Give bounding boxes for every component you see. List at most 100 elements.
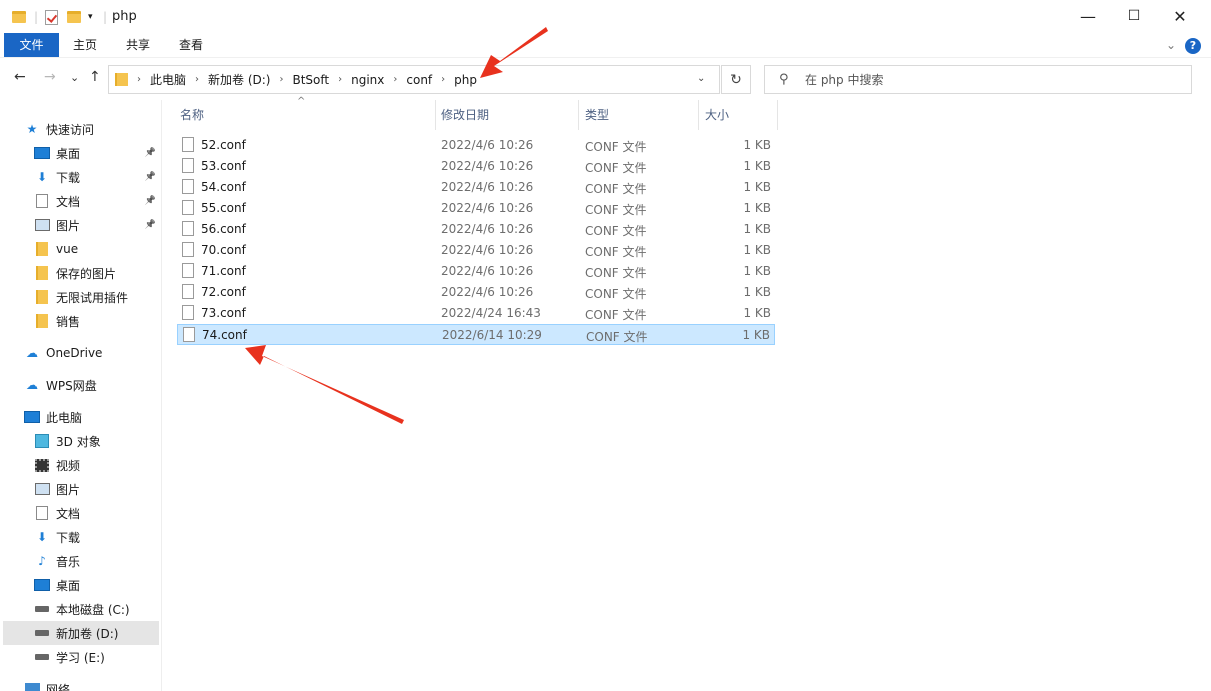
- file-type: CONF 文件: [585, 161, 647, 175]
- sidebar-item[interactable]: vue: [0, 237, 160, 261]
- sidebar-item[interactable]: ♪ 音乐: [0, 549, 160, 573]
- sidebar-item[interactable]: 视频: [0, 453, 160, 477]
- column-divider[interactable]: [777, 100, 778, 130]
- column-divider[interactable]: [435, 100, 436, 130]
- network-icon: [24, 682, 40, 691]
- file-name: 74.conf: [202, 328, 247, 342]
- file-row[interactable]: 73.conf 2022/4/24 16:43 CONF 文件 1 KB: [177, 303, 775, 324]
- sidebar-item-label: 3D 对象: [56, 434, 101, 449]
- crumb-this-pc[interactable]: 此电脑: [150, 71, 186, 88]
- help-icon[interactable]: ?: [1185, 38, 1201, 54]
- pin-icon: 📌: [144, 172, 156, 182]
- file-row[interactable]: 70.conf 2022/4/6 10:26 CONF 文件 1 KB: [177, 240, 775, 261]
- forward-button[interactable]: →: [44, 69, 56, 85]
- minimize-button[interactable]: —: [1065, 0, 1111, 32]
- file-row[interactable]: 56.conf 2022/4/6 10:26 CONF 文件 1 KB: [177, 219, 775, 240]
- tab-home[interactable]: 主页: [60, 33, 110, 57]
- folder-icon: [34, 242, 50, 256]
- recent-locations-button[interactable]: ⌄: [70, 71, 79, 84]
- crumb-nginx[interactable]: nginx: [351, 73, 384, 87]
- sidebar-item[interactable]: 此电脑: [0, 405, 160, 429]
- refresh-button[interactable]: ↻: [721, 65, 751, 94]
- address-dropdown-icon[interactable]: ⌄: [697, 73, 705, 84]
- file-date: 2022/4/6 10:26: [441, 243, 534, 257]
- chevron-right-icon[interactable]: ›: [441, 74, 445, 85]
- properties-icon[interactable]: [45, 8, 58, 26]
- file-row[interactable]: 74.conf 2022/6/14 10:29 CONF 文件 1 KB: [177, 324, 775, 345]
- sidebar-item-label: 下载: [56, 170, 81, 185]
- sidebar-item[interactable]: 图片: [0, 477, 160, 501]
- sidebar-item[interactable]: 桌面: [0, 573, 160, 597]
- chevron-right-icon[interactable]: ›: [279, 74, 283, 85]
- sidebar-item[interactable]: 保存的图片: [0, 261, 160, 285]
- chevron-right-icon[interactable]: ›: [195, 74, 199, 85]
- sidebar-item-label: 桌面: [56, 578, 81, 593]
- file-row[interactable]: 52.conf 2022/4/6 10:26 CONF 文件 1 KB: [177, 135, 775, 156]
- column-divider[interactable]: [698, 100, 699, 130]
- customize-toolbar-icon[interactable]: ▾: [88, 8, 93, 26]
- sidebar-item[interactable]: 3D 对象: [0, 429, 160, 453]
- sidebar-item[interactable]: ⬇ 下载: [0, 525, 160, 549]
- file-row[interactable]: 54.conf 2022/4/6 10:26 CONF 文件 1 KB: [177, 177, 775, 198]
- sidebar-item[interactable]: 无限试用插件: [0, 285, 160, 309]
- up-button[interactable]: ↑: [89, 69, 101, 85]
- close-button[interactable]: ✕: [1157, 0, 1203, 32]
- back-button[interactable]: ←: [14, 69, 26, 85]
- sidebar-item[interactable]: 文档: [0, 501, 160, 525]
- file-row[interactable]: 71.conf 2022/4/6 10:26 CONF 文件 1 KB: [177, 261, 775, 282]
- file-type: CONF 文件: [586, 330, 648, 344]
- pin-icon: 📌: [144, 148, 156, 158]
- tab-share[interactable]: 共享: [113, 33, 163, 57]
- address-bar[interactable]: › 此电脑 › 新加卷 (D:) › BtSoft › nginx › conf…: [108, 65, 720, 94]
- tab-view[interactable]: 查看: [166, 33, 216, 57]
- file-row[interactable]: 53.conf 2022/4/6 10:26 CONF 文件 1 KB: [177, 156, 775, 177]
- column-divider[interactable]: [578, 100, 579, 130]
- column-header-date[interactable]: 修改日期: [441, 100, 489, 130]
- drive-icon: [34, 626, 50, 640]
- column-header-size[interactable]: 大小: [705, 100, 729, 130]
- sidebar-item[interactable]: 图片 📌: [0, 213, 160, 237]
- crumb-btsoft[interactable]: BtSoft: [292, 73, 329, 87]
- sidebar-item[interactable]: 新加卷 (D:): [3, 621, 159, 645]
- search-box[interactable]: ⚲: [764, 65, 1192, 94]
- sidebar-item[interactable]: ☁ OneDrive: [0, 341, 160, 365]
- file-name: 53.conf: [201, 159, 246, 173]
- file-icon: [183, 327, 195, 342]
- new-folder-icon[interactable]: [67, 8, 81, 26]
- file-row[interactable]: 55.conf 2022/4/6 10:26 CONF 文件 1 KB: [177, 198, 775, 219]
- ribbon-collapse-icon[interactable]: ⌄: [1162, 33, 1180, 57]
- chevron-right-icon[interactable]: ›: [338, 74, 342, 85]
- file-icon: [182, 200, 194, 215]
- sidebar-item[interactable]: 本地磁盘 (C:): [0, 597, 160, 621]
- tab-file[interactable]: 文件: [4, 33, 59, 57]
- sidebar-item[interactable]: ☁ WPS网盘: [0, 373, 160, 397]
- file-date: 2022/4/6 10:26: [441, 264, 534, 278]
- crumb-conf[interactable]: conf: [406, 73, 432, 87]
- sidebar-item[interactable]: 销售: [0, 309, 160, 333]
- file-name: 56.conf: [201, 222, 246, 236]
- file-name: 72.conf: [201, 285, 246, 299]
- folder-icon: [34, 290, 50, 304]
- sidebar-item[interactable]: 文档 📌: [0, 189, 160, 213]
- sidebar-item[interactable]: ⬇ 下载 📌: [0, 165, 160, 189]
- sidebar-item[interactable]: 学习 (E:): [0, 645, 160, 669]
- chevron-right-icon[interactable]: ›: [137, 74, 141, 85]
- column-header-name[interactable]: 名称: [180, 100, 204, 130]
- column-header-type[interactable]: 类型: [585, 100, 609, 130]
- sidebar-item[interactable]: ★ 快速访问: [0, 117, 160, 141]
- sidebar-item-label: 无限试用插件: [56, 290, 129, 305]
- sidebar-item[interactable]: 桌面 📌: [0, 141, 160, 165]
- sidebar-item[interactable]: 网络: [0, 677, 160, 691]
- file-size: 1 KB: [743, 306, 771, 320]
- chevron-right-icon[interactable]: ›: [393, 74, 397, 85]
- file-name: 70.conf: [201, 243, 246, 257]
- picture-icon: [34, 218, 50, 232]
- picture-icon: [34, 482, 50, 496]
- search-input[interactable]: [805, 70, 1175, 89]
- crumb-php[interactable]: php: [454, 73, 477, 87]
- file-date: 2022/4/6 10:26: [441, 180, 534, 194]
- maximize-button[interactable]: ☐: [1111, 0, 1157, 32]
- file-date: 2022/4/6 10:26: [441, 159, 534, 173]
- file-row[interactable]: 72.conf 2022/4/6 10:26 CONF 文件 1 KB: [177, 282, 775, 303]
- crumb-drive-d[interactable]: 新加卷 (D:): [208, 71, 270, 88]
